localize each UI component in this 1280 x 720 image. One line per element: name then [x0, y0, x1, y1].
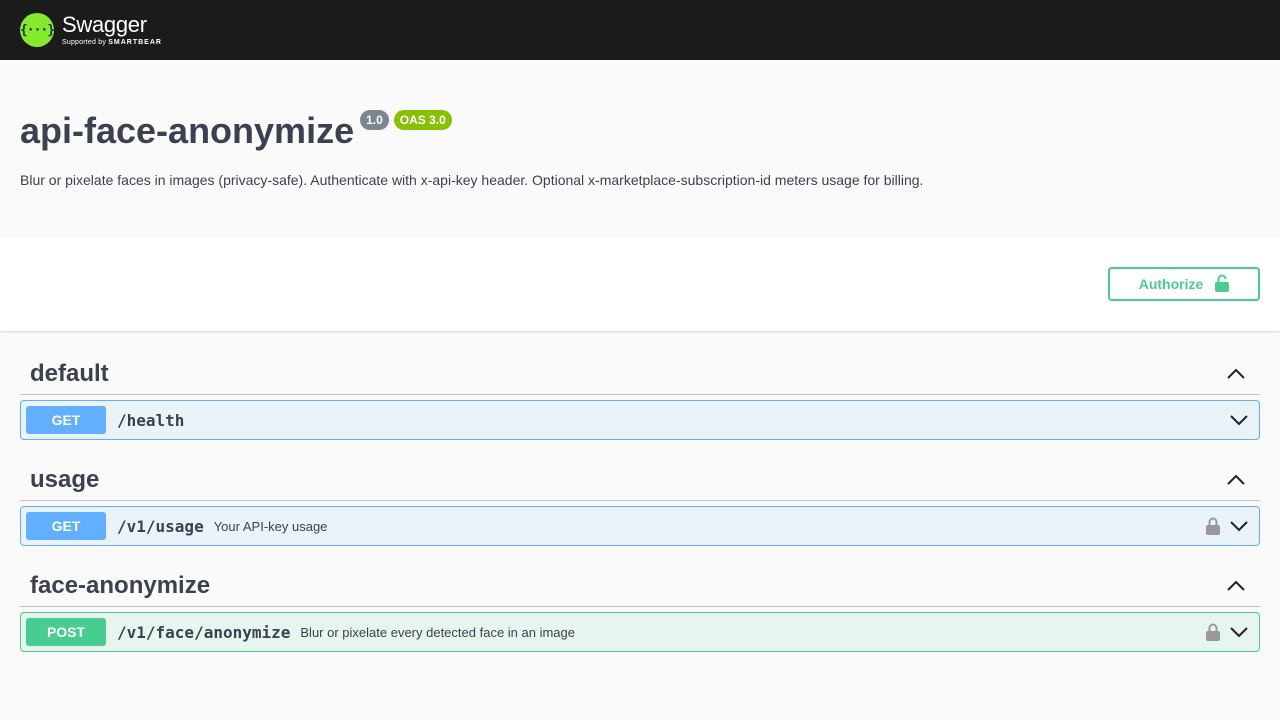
topbar: {···} Swagger Supported by SMARTBEAR [0, 0, 1280, 60]
chevron-up-icon[interactable] [1226, 470, 1246, 490]
title-row: api-face-anonymize 1.0 OAS 3.0 [20, 110, 1260, 151]
method-badge: GET [26, 406, 106, 434]
operation-summary: Blur or pixelate every detected face in … [300, 624, 575, 640]
chevron-up-icon[interactable] [1226, 576, 1246, 596]
operation-path: /v1/usage [117, 516, 204, 536]
logo-sub-prefix: Supported by [62, 39, 107, 46]
logo-text: Swagger Supported by SMARTBEAR [62, 12, 162, 47]
chevron-down-icon[interactable] [1229, 410, 1249, 430]
tag-header-face-anonymize[interactable]: face-anonymize [20, 565, 1260, 607]
version-badge: 1.0 [360, 110, 389, 130]
tag-name: usage [30, 465, 100, 493]
api-info: api-face-anonymize 1.0 OAS 3.0 Blur or p… [0, 60, 1280, 237]
lock-icon[interactable] [1206, 517, 1220, 535]
operation-get[interactable]: GET/health [20, 400, 1260, 440]
op-controls [1206, 516, 1254, 536]
chevron-down-icon[interactable] [1229, 622, 1249, 642]
logo-subtitle: Supported by SMARTBEAR [62, 39, 162, 46]
method-badge: GET [26, 512, 106, 540]
authorize-label: Authorize [1138, 276, 1204, 292]
tag-name: default [30, 359, 109, 387]
operation-get[interactable]: GET/v1/usage Your API-key usage [20, 506, 1260, 546]
swagger-logo-icon: {···} [20, 13, 55, 47]
swagger-logo[interactable]: {···} Swagger Supported by SMARTBEAR [20, 13, 162, 47]
api-title: api-face-anonymize [20, 110, 355, 151]
operation-post[interactable]: POST/v1/face/anonymize Blur or pixelate e… [20, 612, 1260, 652]
tag-header-default[interactable]: default [20, 353, 1260, 395]
logo-title: Swagger [62, 12, 147, 37]
authorize-button[interactable]: Authorize [1108, 267, 1260, 301]
scheme-container: Authorize [0, 237, 1280, 331]
operation-summary: Your API-key usage [213, 518, 328, 534]
chevron-down-icon[interactable] [1229, 516, 1249, 536]
lock-icon[interactable] [1206, 623, 1220, 641]
operation-path: /v1/face/anonymize [117, 622, 291, 642]
oas-badge: OAS 3.0 [393, 110, 452, 130]
tag-name: face-anonymize [30, 571, 211, 599]
chevron-up-icon[interactable] [1226, 364, 1246, 384]
tag-section-usage: usage GET/v1/usage Your API-key usage [20, 459, 1260, 546]
logo-sub-brand: SMARTBEAR [108, 39, 162, 46]
op-controls [1229, 410, 1254, 430]
method-badge: POST [26, 618, 106, 646]
tag-list: default GET/health usage GET/v1/usage Your A… [20, 353, 1260, 652]
api-description: Blur or pixelate faces in images (privac… [20, 172, 924, 188]
tag-header-usage[interactable]: usage [20, 459, 1260, 501]
op-controls [1206, 622, 1254, 642]
tag-section-default: default GET/health [20, 353, 1260, 440]
operations-wrapper: default GET/health usage GET/v1/usage Your A… [0, 353, 1280, 652]
operation-path: /health [117, 410, 185, 430]
tag-section-face-anonymize: face-anonymize POST/v1/face/anonymize Blur… [20, 565, 1260, 652]
unlocked-lock-icon [1215, 274, 1230, 295]
